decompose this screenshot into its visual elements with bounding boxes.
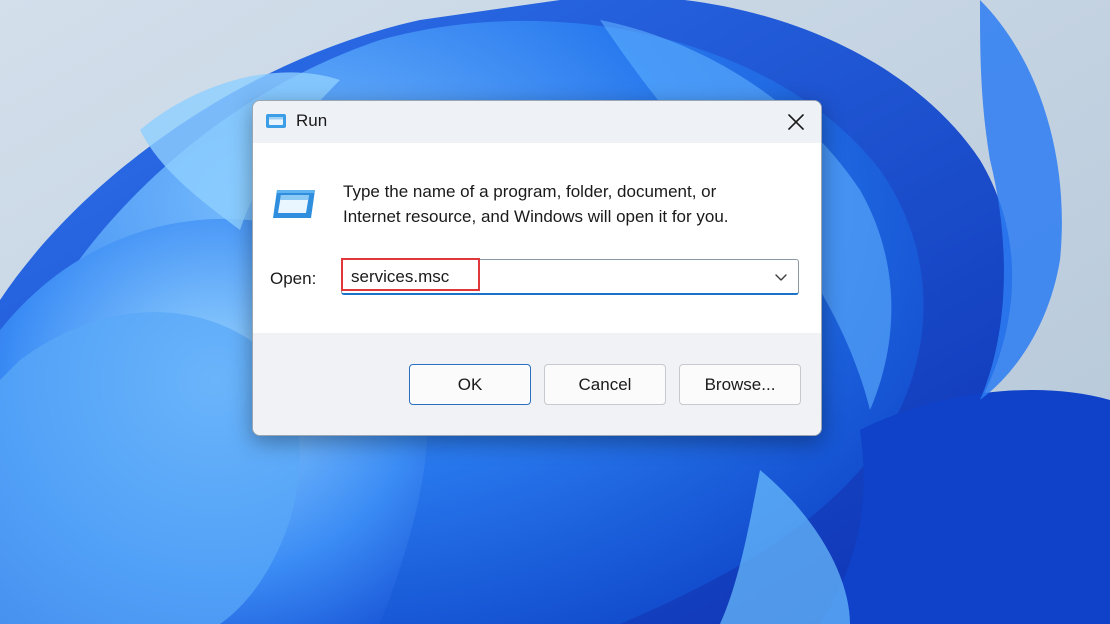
run-app-icon	[266, 114, 286, 128]
dialog-content: Type the name of a program, folder, docu…	[253, 143, 821, 333]
chevron-down-icon[interactable]	[773, 269, 789, 285]
dialog-title: Run	[296, 111, 328, 130]
open-combobox[interactable]	[341, 259, 799, 295]
dialog-footer: OK Cancel Browse...	[253, 333, 821, 435]
run-app-icon	[273, 190, 315, 218]
run-dialog: Run Type the name of a program, folder, …	[252, 100, 822, 436]
open-label: Open:	[270, 269, 317, 288]
browse-button[interactable]: Browse...	[679, 364, 801, 405]
description-line: Internet resource, and Windows will open…	[343, 207, 729, 226]
description-line: Type the name of a program, folder, docu…	[343, 182, 717, 201]
ok-button[interactable]: OK	[409, 364, 531, 405]
dialog-titlebar[interactable]: Run	[253, 101, 821, 143]
close-button[interactable]	[777, 107, 815, 137]
cancel-button[interactable]: Cancel	[544, 364, 666, 405]
desktop: Run Type the name of a program, folder, …	[0, 0, 1110, 624]
dialog-description: Type the name of a program, folder, docu…	[343, 179, 803, 229]
open-input[interactable]	[351, 260, 751, 293]
close-icon	[788, 114, 804, 130]
